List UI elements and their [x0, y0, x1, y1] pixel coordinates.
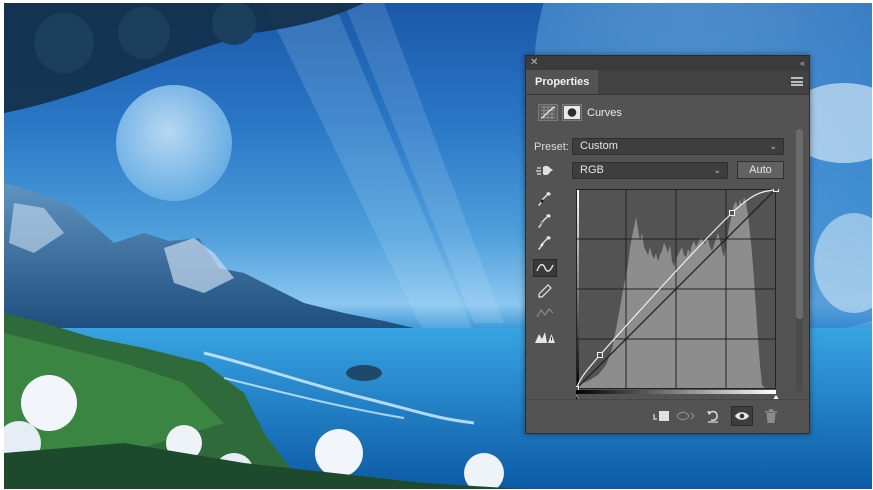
hamburger-icon[interactable]	[791, 77, 803, 86]
collapse-icon[interactable]: «	[800, 57, 805, 69]
clipping-warning-icon[interactable]	[533, 328, 557, 346]
trash-icon[interactable]	[760, 406, 782, 426]
gray-point-eyedropper-icon[interactable]	[533, 212, 557, 230]
view-previous-state-icon[interactable]	[675, 406, 697, 426]
targeted-adjustment-icon[interactable]	[533, 162, 557, 180]
black-point-eyedropper-icon[interactable]	[533, 190, 557, 208]
white-point-eyedropper-icon[interactable]	[533, 234, 557, 252]
panel-footer	[526, 399, 809, 433]
clip-to-layer-icon[interactable]	[650, 406, 672, 426]
adjustment-title: Curves	[587, 107, 622, 119]
curves-adjustment-icon[interactable]	[538, 104, 558, 121]
curve-point-icon[interactable]	[533, 259, 557, 277]
preset-label: Preset:	[534, 141, 569, 153]
chevron-down-icon: ⌄	[713, 165, 721, 175]
panel-scrollbar[interactable]	[796, 129, 803, 391]
chevron-down-icon: ⌄	[769, 141, 777, 151]
preset-dropdown[interactable]: Custom ⌄	[572, 138, 784, 155]
reset-icon[interactable]	[702, 406, 724, 426]
channel-value: RGB	[580, 164, 604, 176]
smooth-icon[interactable]	[533, 304, 557, 322]
panel-tab-bar: Properties	[526, 70, 809, 95]
curve-control-point[interactable]	[597, 352, 603, 358]
curve-control-point[interactable]	[729, 210, 735, 216]
close-icon[interactable]: ✕	[530, 57, 538, 69]
channel-dropdown[interactable]: RGB ⌄	[572, 162, 728, 179]
scroll-thumb[interactable]	[796, 129, 803, 319]
visibility-eye-icon[interactable]	[731, 406, 753, 426]
pencil-icon[interactable]	[533, 282, 557, 300]
input-gradient-bar	[576, 390, 776, 394]
panel-title-bar[interactable]: ✕ «	[526, 56, 809, 70]
mask-icon[interactable]	[562, 104, 582, 121]
properties-panel: ✕ « Properties Curves Preset: Custom ⌄ R…	[525, 55, 810, 434]
tab-properties[interactable]: Properties	[526, 70, 599, 94]
curves-graph[interactable]	[576, 189, 786, 401]
curve-control-point[interactable]	[773, 189, 779, 192]
auto-button[interactable]: Auto	[737, 161, 784, 179]
preset-value: Custom	[580, 140, 618, 152]
